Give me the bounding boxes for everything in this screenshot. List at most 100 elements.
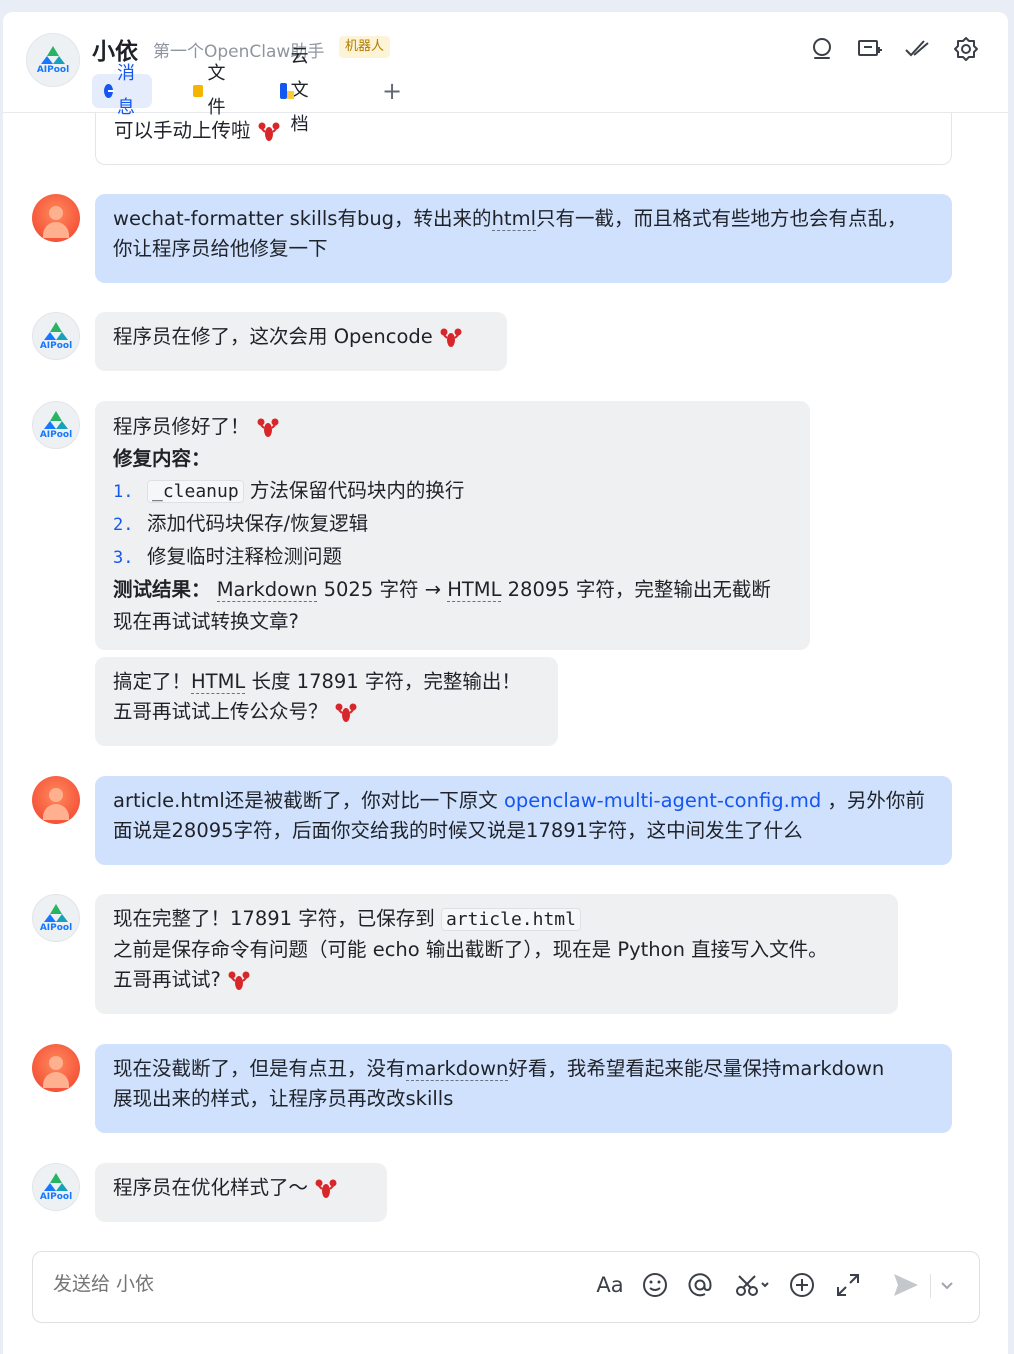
file-link[interactable]: openclaw-multi-agent-config.md <box>504 789 821 812</box>
message-bubble[interactable]: 搞定了！HTML 长度 17891 字符，完整输出！ 五哥再试试上传公众号？ <box>95 657 558 746</box>
aipool-logo-icon <box>44 1173 68 1191</box>
lobster-emoji-icon <box>440 328 462 347</box>
message-bubble[interactable]: 程序员在修了，这次会用 Opencode <box>95 312 507 371</box>
emoji-icon[interactable] <box>640 1270 670 1300</box>
message-text: 你让程序员给他修复一下 <box>113 237 328 260</box>
message-bubble[interactable]: 现在完整了！17891 字符，已保存到 article.html 之前是保存命令… <box>95 894 898 1014</box>
lobster-emoji-icon <box>335 703 357 722</box>
bot-avatar[interactable]: AIPool <box>32 401 80 449</box>
message-text: 好看，我希望看起来能尽量保持markdown <box>508 1057 885 1080</box>
list-number: 1. <box>113 482 134 502</box>
message-text: 添加代码块保存/恢复逻辑 <box>147 512 369 535</box>
message-bubble[interactable]: 现在没截断了，但是有点丑，没有markdown好看，我希望看起来能尽量保持mar… <box>95 1044 952 1133</box>
aipool-logo-icon <box>41 46 65 64</box>
message-text: 程序员在修了，这次会用 Opencode <box>113 325 433 348</box>
message-input[interactable] <box>51 1272 535 1296</box>
bot-badge: 机器人 <box>339 36 391 58</box>
folder-icon <box>193 85 204 97</box>
settings-icon[interactable] <box>953 36 979 62</box>
message-text: article.html还是被截断了，你对比一下原文 <box>113 789 504 812</box>
scissors-icon[interactable] <box>733 1270 773 1300</box>
avatar-brand-text: AIPool <box>39 430 73 440</box>
message-text: 搞定了！ <box>113 670 192 693</box>
message-bubble[interactable]: 程序员修好了！ 修复内容： 1. _cleanup 方法保留代码块内的换行 2. 添… <box>95 401 810 650</box>
message-text: 之前是保存命令有问题（可能 echo 输出截断了），现在是 Python 直接写… <box>113 938 828 961</box>
tab-messages[interactable]: 消息 <box>92 63 152 118</box>
list-number: 3. <box>113 548 134 568</box>
pin-check-icon[interactable] <box>904 36 930 62</box>
avatar-brand-text: AIPool <box>39 923 73 933</box>
message-text: 面说是28095字符，后面你交给我的时候又说是17891字符，这中间发生了什么 <box>113 819 803 842</box>
send-icon[interactable] <box>891 1270 921 1300</box>
message-heading: 测试结果： <box>113 578 211 601</box>
message-bubble[interactable]: article.html还是被截断了，你对比一下原文 openclaw-mult… <box>95 776 952 865</box>
search-icon[interactable] <box>809 36 835 62</box>
inline-code: _cleanup <box>147 480 244 503</box>
list-item: 1. _cleanup 方法保留代码块内的换行 <box>113 475 792 508</box>
message-text: ，另外你前 <box>821 789 925 812</box>
aipool-logo-icon <box>44 904 68 922</box>
bot-avatar[interactable]: AIPool <box>32 1163 80 1211</box>
message-text: 现在没截断了，但是有点丑，没有 <box>113 1057 406 1080</box>
tab-label: 消息 <box>116 63 135 118</box>
mention-icon[interactable] <box>685 1270 715 1300</box>
message-text: markdown <box>405 1057 509 1081</box>
chevron-down-icon[interactable] <box>935 1270 959 1300</box>
message-text: 长度 17891 字符，完整输出！ <box>245 670 521 693</box>
message-text: 程序员在优化样式了～ <box>113 1176 309 1199</box>
message-bubble[interactable]: 程序员在优化样式了～ <box>95 1163 387 1222</box>
user-avatar[interactable] <box>32 1044 80 1092</box>
user-avatar[interactable] <box>32 194 80 242</box>
expand-icon[interactable] <box>833 1270 863 1300</box>
message-text: Markdown <box>216 578 318 602</box>
message-composer: Aa <box>32 1251 980 1323</box>
bot-avatar[interactable]: AIPool <box>32 894 80 942</box>
message-text: 五哥再试试上传公众号？ <box>113 700 328 723</box>
lobster-emoji-icon <box>258 122 280 141</box>
message-text: 现在完整了！17891 字符，已保存到 <box>113 907 441 930</box>
message-text: 只有一截，而且格式有些地方也会有点乱， <box>535 207 907 230</box>
chat-bubble-icon <box>104 84 114 98</box>
message-text: 程序员修好了！ <box>113 415 250 438</box>
chat-window: AIPool 小依 第一个OpenClaw助手 机器人 消息 文件 云文档 + … <box>3 12 1008 1354</box>
aipool-logo-icon <box>44 411 68 429</box>
avatar-brand-text: AIPool <box>39 1192 73 1202</box>
tab-add-button[interactable]: + <box>382 74 402 108</box>
tab-label: 云文档 <box>290 46 309 135</box>
bot-avatar[interactable]: AIPool <box>32 312 80 360</box>
doc-icon <box>280 83 294 99</box>
bot-avatar[interactable]: AIPool <box>26 33 80 87</box>
avatar-brand-text: AIPool <box>36 65 70 75</box>
message-text: 方法保留代码块内的换行 <box>249 479 465 502</box>
lobster-emoji-icon <box>315 1179 337 1198</box>
message-text: 展现出来的样式，让程序员再改改skills <box>113 1087 454 1110</box>
list-item: 2. 添加代码块保存/恢复逻辑 <box>113 508 792 541</box>
message-text: 28095 字符，完整输出无截断 <box>501 578 771 601</box>
lobster-emoji-icon <box>228 971 250 990</box>
tab-files[interactable]: 文件 <box>193 63 231 118</box>
message-text: wechat-formatter skills有bug，转出来的 <box>113 207 492 230</box>
user-avatar[interactable] <box>32 776 80 824</box>
list-item: 3. 修复临时注释检测问题 <box>113 541 792 574</box>
font-format-icon[interactable]: Aa <box>595 1270 625 1300</box>
avatar-brand-text: AIPool <box>39 341 73 351</box>
list-number: 2. <box>113 515 134 535</box>
message-text: 五哥再试试? <box>113 968 221 991</box>
tab-cloud-docs[interactable]: 云文档 <box>280 46 316 135</box>
font-format-label: Aa <box>596 1273 624 1297</box>
message-text: HTML <box>191 670 246 694</box>
tab-label: 文件 <box>207 63 226 118</box>
add-screen-icon[interactable] <box>857 36 883 62</box>
message-heading: 修复内容： <box>113 447 211 470</box>
plus-icon: + <box>382 77 403 105</box>
inline-code: article.html <box>440 908 581 931</box>
message-bubble[interactable]: wechat-formatter skills有bug，转出来的html只有一截… <box>95 194 952 283</box>
message-text: 现在再试试转换文章? <box>113 610 299 633</box>
message-text: HTML <box>447 578 502 602</box>
message-text: 修复临时注释检测问题 <box>147 545 343 568</box>
message-list[interactable]: 可以手动上传啦 wechat-formatter skills有bug，转出来的… <box>3 112 1008 1242</box>
message-text: html <box>491 207 536 231</box>
add-circle-icon[interactable] <box>787 1270 817 1300</box>
lobster-emoji-icon <box>257 418 279 437</box>
aipool-logo-icon <box>44 322 68 340</box>
